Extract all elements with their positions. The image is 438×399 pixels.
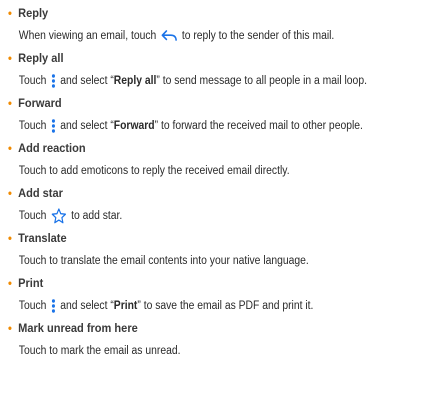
more-vertical-icon [51,119,56,133]
item-title-row: • Reply all [8,48,400,69]
desc-text-after: to reply to the sender of this mail. [178,30,335,42]
more-vertical-icon [51,74,56,88]
item-description: Touch and select “Forward” to forward th… [8,114,391,138]
desc-bold-option: Reply all [113,75,157,87]
bullet: • [8,276,12,290]
desc-text-before: Touch [18,300,50,312]
item-description: Touch and select “Reply all” to send mes… [8,69,391,93]
desc-text-after: ” to save the email as PDF and print it. [137,300,314,312]
list-item-reply: • Reply When viewing an email, touch to r… [8,3,434,48]
bullet: • [8,6,12,20]
list-item-translate: • Translate Touch to translate the email … [8,228,434,273]
help-list: • Reply When viewing an email, touch to r… [8,3,434,363]
bullet: • [8,51,12,65]
desc-text-after: ” to forward the received mail to other … [154,120,363,132]
desc-text-middle: and select “ [57,75,114,87]
item-description: Touch to add star. [8,204,391,228]
item-title: Reply all [18,51,64,65]
item-title-row: • Reply [8,3,400,24]
desc-text-after: to add star. [68,210,123,222]
item-title-row: • Add reaction [8,138,400,159]
list-item-add-reaction: • Add reaction Touch to add emoticons to … [8,138,434,183]
list-item-add-star: • Add star Touch to add star. [8,183,434,228]
list-item-print: • Print Touch and select “Print” to save … [8,273,434,318]
item-description: When viewing an email, touch to reply to… [8,24,391,48]
item-title-row: • Print [8,273,400,294]
item-description: Touch to translate the email contents in… [18,255,309,267]
desc-bold-option: Forward [113,120,155,132]
item-description: Touch to mark the email as unread. [18,345,181,357]
reply-arrow-icon [161,30,177,42]
item-title: Forward [18,96,62,110]
desc-text-after: ” to send message to all people in a mai… [156,75,367,87]
item-title: Add reaction [18,141,86,155]
bullet: • [8,96,12,110]
bullet: • [8,321,12,335]
desc-text-middle: and select “ [57,120,114,132]
item-description: Touch to add emoticons to reply the rece… [18,165,290,177]
item-title: Translate [18,231,67,245]
more-vertical-icon [51,299,56,313]
bullet: • [8,186,12,200]
item-description: Touch and select “Print” to save the ema… [8,294,391,318]
item-title-row: • Mark unread from here [8,318,400,339]
list-item-reply-all: • Reply all Touch and select “Reply all” … [8,48,434,93]
desc-text-before: Touch [18,75,50,87]
desc-text-middle: and select “ [57,300,114,312]
bullet: • [8,231,12,245]
desc-text-before: Touch [18,210,50,222]
item-title-row: • Translate [8,228,400,249]
item-title: Reply [18,6,49,20]
item-title: Add star [18,186,63,200]
list-item-forward: • Forward Touch and select “Forward” to f… [8,93,434,138]
desc-text-before: When viewing an email, touch [18,30,160,42]
item-title: Print [18,276,44,290]
bullet: • [8,141,12,155]
item-title-row: • Forward [8,93,400,114]
item-title-row: • Add star [8,183,400,204]
desc-bold-option: Print [113,300,138,312]
item-title: Mark unread from here [18,321,138,335]
list-item-mark-unread: • Mark unread from here Touch to mark the… [8,318,434,363]
star-outline-icon [51,208,66,224]
desc-text-before: Touch [18,120,50,132]
